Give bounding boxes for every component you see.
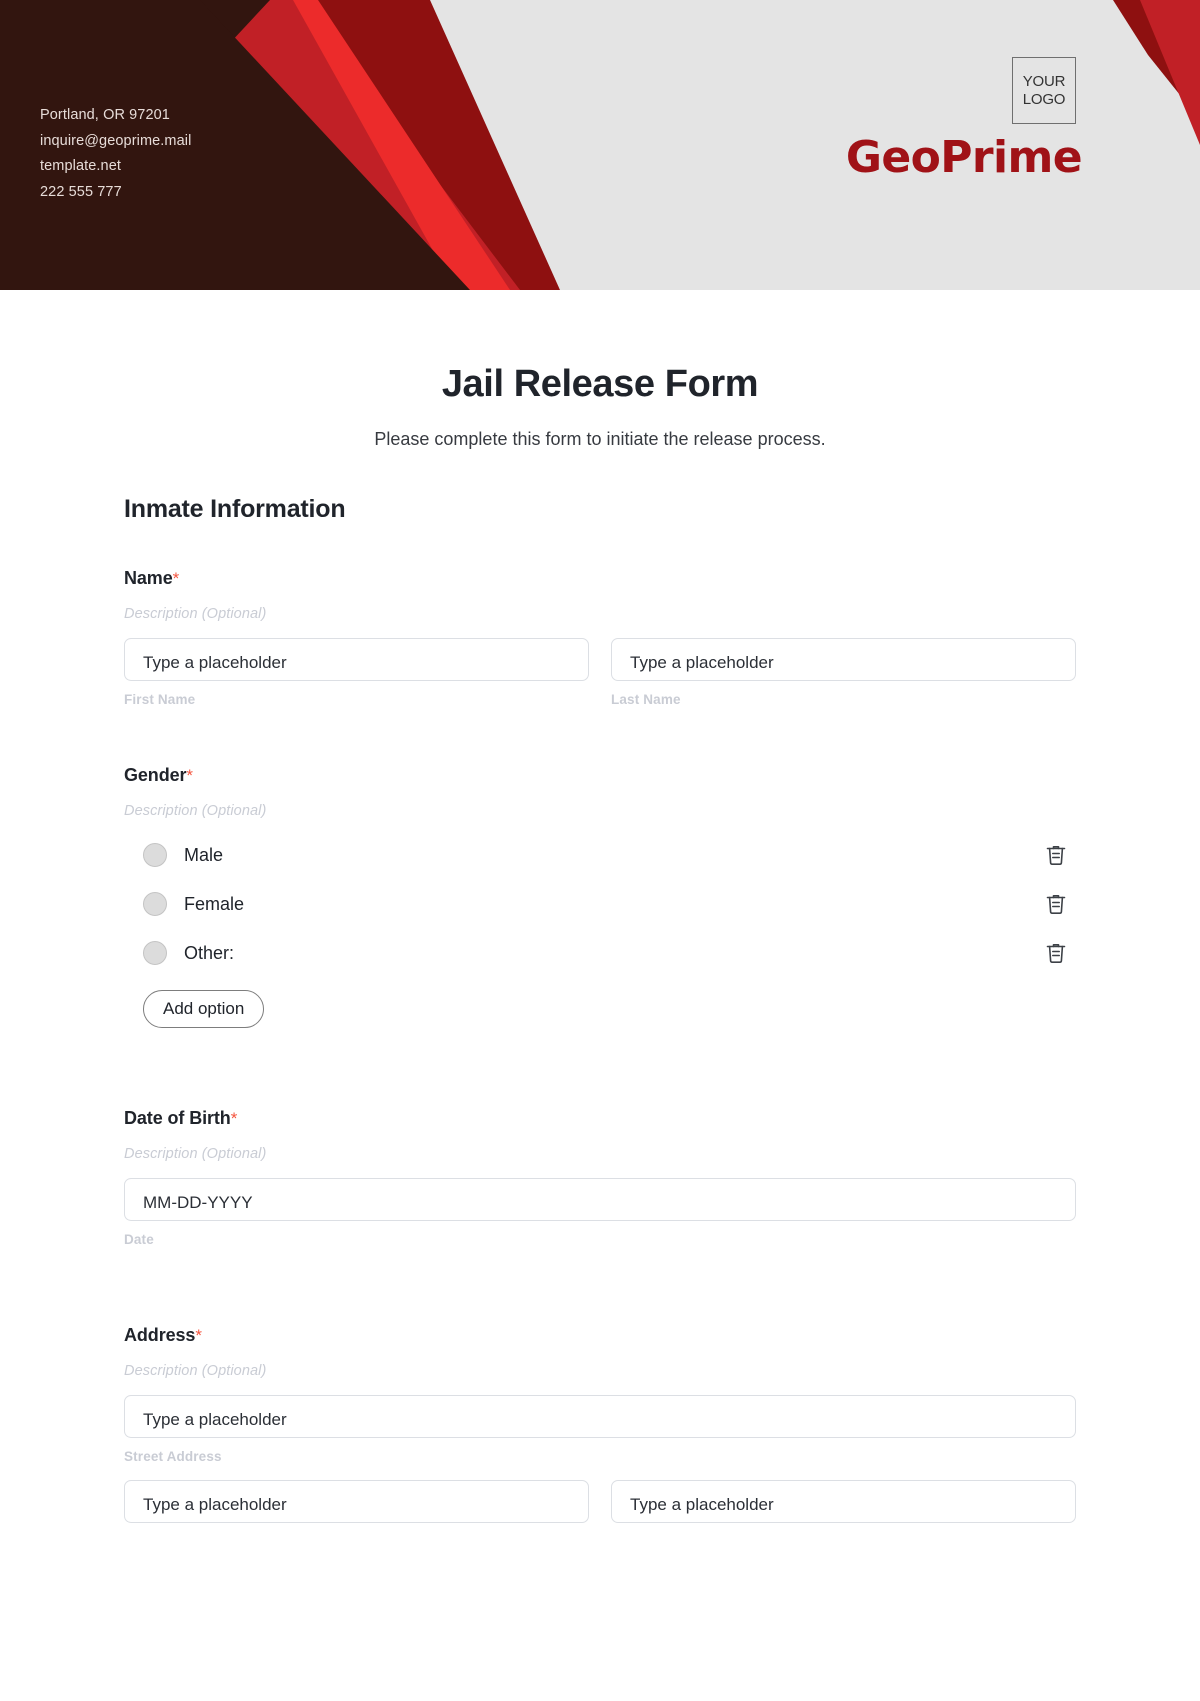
contact-phone: 222 555 777 bbox=[40, 183, 122, 200]
field-dob-label-text: Date of Birth bbox=[124, 1108, 231, 1128]
required-asterisk: * bbox=[186, 766, 193, 785]
required-asterisk: * bbox=[230, 1109, 238, 1128]
dob-placeholder: MM-DD-YYYY bbox=[143, 1192, 253, 1212]
logo-line-2: LOGO bbox=[1022, 90, 1066, 108]
field-address: Address* Description (Optional) Type a p… bbox=[124, 1325, 1076, 1523]
logo-line-1: YOUR bbox=[1022, 72, 1066, 90]
last-name-placeholder: Type a placeholder bbox=[630, 652, 774, 672]
street-address-placeholder: Type a placeholder bbox=[143, 1409, 287, 1429]
dob-input[interactable]: MM-DD-YYYY bbox=[124, 1178, 1076, 1221]
last-name-sublabel: Last Name bbox=[611, 692, 681, 707]
gender-option-label: Female bbox=[184, 893, 245, 914]
radio-icon[interactable] bbox=[143, 843, 167, 867]
first-name-placeholder: Type a placeholder bbox=[143, 652, 287, 672]
trash-icon[interactable] bbox=[1045, 941, 1067, 965]
required-asterisk: * bbox=[195, 1326, 202, 1345]
field-date-of-birth: Date of Birth* Description (Optional) MM… bbox=[124, 1108, 1076, 1247]
contact-website: template.net bbox=[40, 158, 121, 174]
address-second-row: Type a placeholder Type a placeholder bbox=[124, 1480, 1076, 1523]
field-address-label: Address* bbox=[124, 1325, 1076, 1346]
name-inputs-row: Type a placeholder First Name Type a pla… bbox=[124, 638, 1076, 707]
address-line3-group: Type a placeholder bbox=[611, 1480, 1076, 1523]
form-body: Jail Release Form Please complete this f… bbox=[0, 363, 1200, 1523]
field-name-description: Description (Optional) bbox=[124, 606, 267, 622]
contact-block: Portland, OR 97201 inquire@geoprime.mail… bbox=[40, 103, 191, 205]
last-name-group: Type a placeholder Last Name bbox=[611, 638, 1076, 707]
first-name-group: Type a placeholder First Name bbox=[124, 638, 589, 707]
dob-sublabel: Date bbox=[124, 1232, 154, 1247]
contact-address: Portland, OR 97201 bbox=[40, 107, 170, 123]
field-gender-label-text: Gender bbox=[124, 765, 187, 785]
page-subtitle: Please complete this form to initiate th… bbox=[374, 429, 826, 449]
address-line2-group: Type a placeholder bbox=[124, 1480, 589, 1523]
radio-icon[interactable] bbox=[143, 941, 167, 965]
radio-icon[interactable] bbox=[143, 892, 167, 916]
trash-icon[interactable] bbox=[1045, 843, 1067, 867]
address-line2-input[interactable]: Type a placeholder bbox=[124, 1480, 589, 1523]
trash-icon[interactable] bbox=[1045, 892, 1067, 916]
brand-name: GeoPrime bbox=[845, 132, 1083, 183]
field-gender-description: Description (Optional) bbox=[124, 803, 267, 819]
field-name: Name* Description (Optional) Type a plac… bbox=[124, 568, 1076, 707]
street-address-input[interactable]: Type a placeholder bbox=[124, 1395, 1076, 1438]
add-option-button[interactable]: Add option bbox=[143, 990, 265, 1028]
page-title: Jail Release Form bbox=[441, 363, 759, 405]
logo-placeholder: YOUR LOGO bbox=[1012, 57, 1076, 124]
field-address-label-text: Address bbox=[124, 1325, 196, 1345]
last-name-input[interactable]: Type a placeholder bbox=[611, 638, 1076, 681]
gender-option-label: Male bbox=[184, 844, 224, 865]
address-line2-placeholder: Type a placeholder bbox=[143, 1494, 287, 1514]
gender-option-other[interactable]: Other: bbox=[124, 940, 1076, 966]
gender-option-male[interactable]: Male bbox=[124, 842, 1076, 868]
field-dob-label: Date of Birth* bbox=[124, 1108, 1076, 1129]
field-name-label-text: Name bbox=[124, 568, 173, 588]
field-gender: Gender* Description (Optional) Male Fema… bbox=[124, 765, 1076, 1028]
street-address-sublabel: Street Address bbox=[124, 1449, 222, 1464]
field-dob-description: Description (Optional) bbox=[124, 1146, 267, 1162]
required-asterisk: * bbox=[172, 569, 180, 588]
page-header: Portland, OR 97201 inquire@geoprime.mail… bbox=[0, 0, 1200, 290]
field-address-description: Description (Optional) bbox=[124, 1363, 267, 1379]
field-gender-label: Gender* bbox=[124, 765, 1076, 786]
first-name-sublabel: First Name bbox=[124, 692, 196, 707]
section-title-inmate-information: Inmate Information bbox=[124, 495, 346, 523]
gender-option-female[interactable]: Female bbox=[124, 891, 1076, 917]
address-line3-placeholder: Type a placeholder bbox=[630, 1494, 774, 1514]
contact-email: inquire@geoprime.mail bbox=[40, 132, 192, 149]
field-name-label: Name* bbox=[124, 568, 1076, 589]
first-name-input[interactable]: Type a placeholder bbox=[124, 638, 589, 681]
gender-option-label: Other: bbox=[184, 942, 235, 963]
address-line3-input[interactable]: Type a placeholder bbox=[611, 1480, 1076, 1523]
